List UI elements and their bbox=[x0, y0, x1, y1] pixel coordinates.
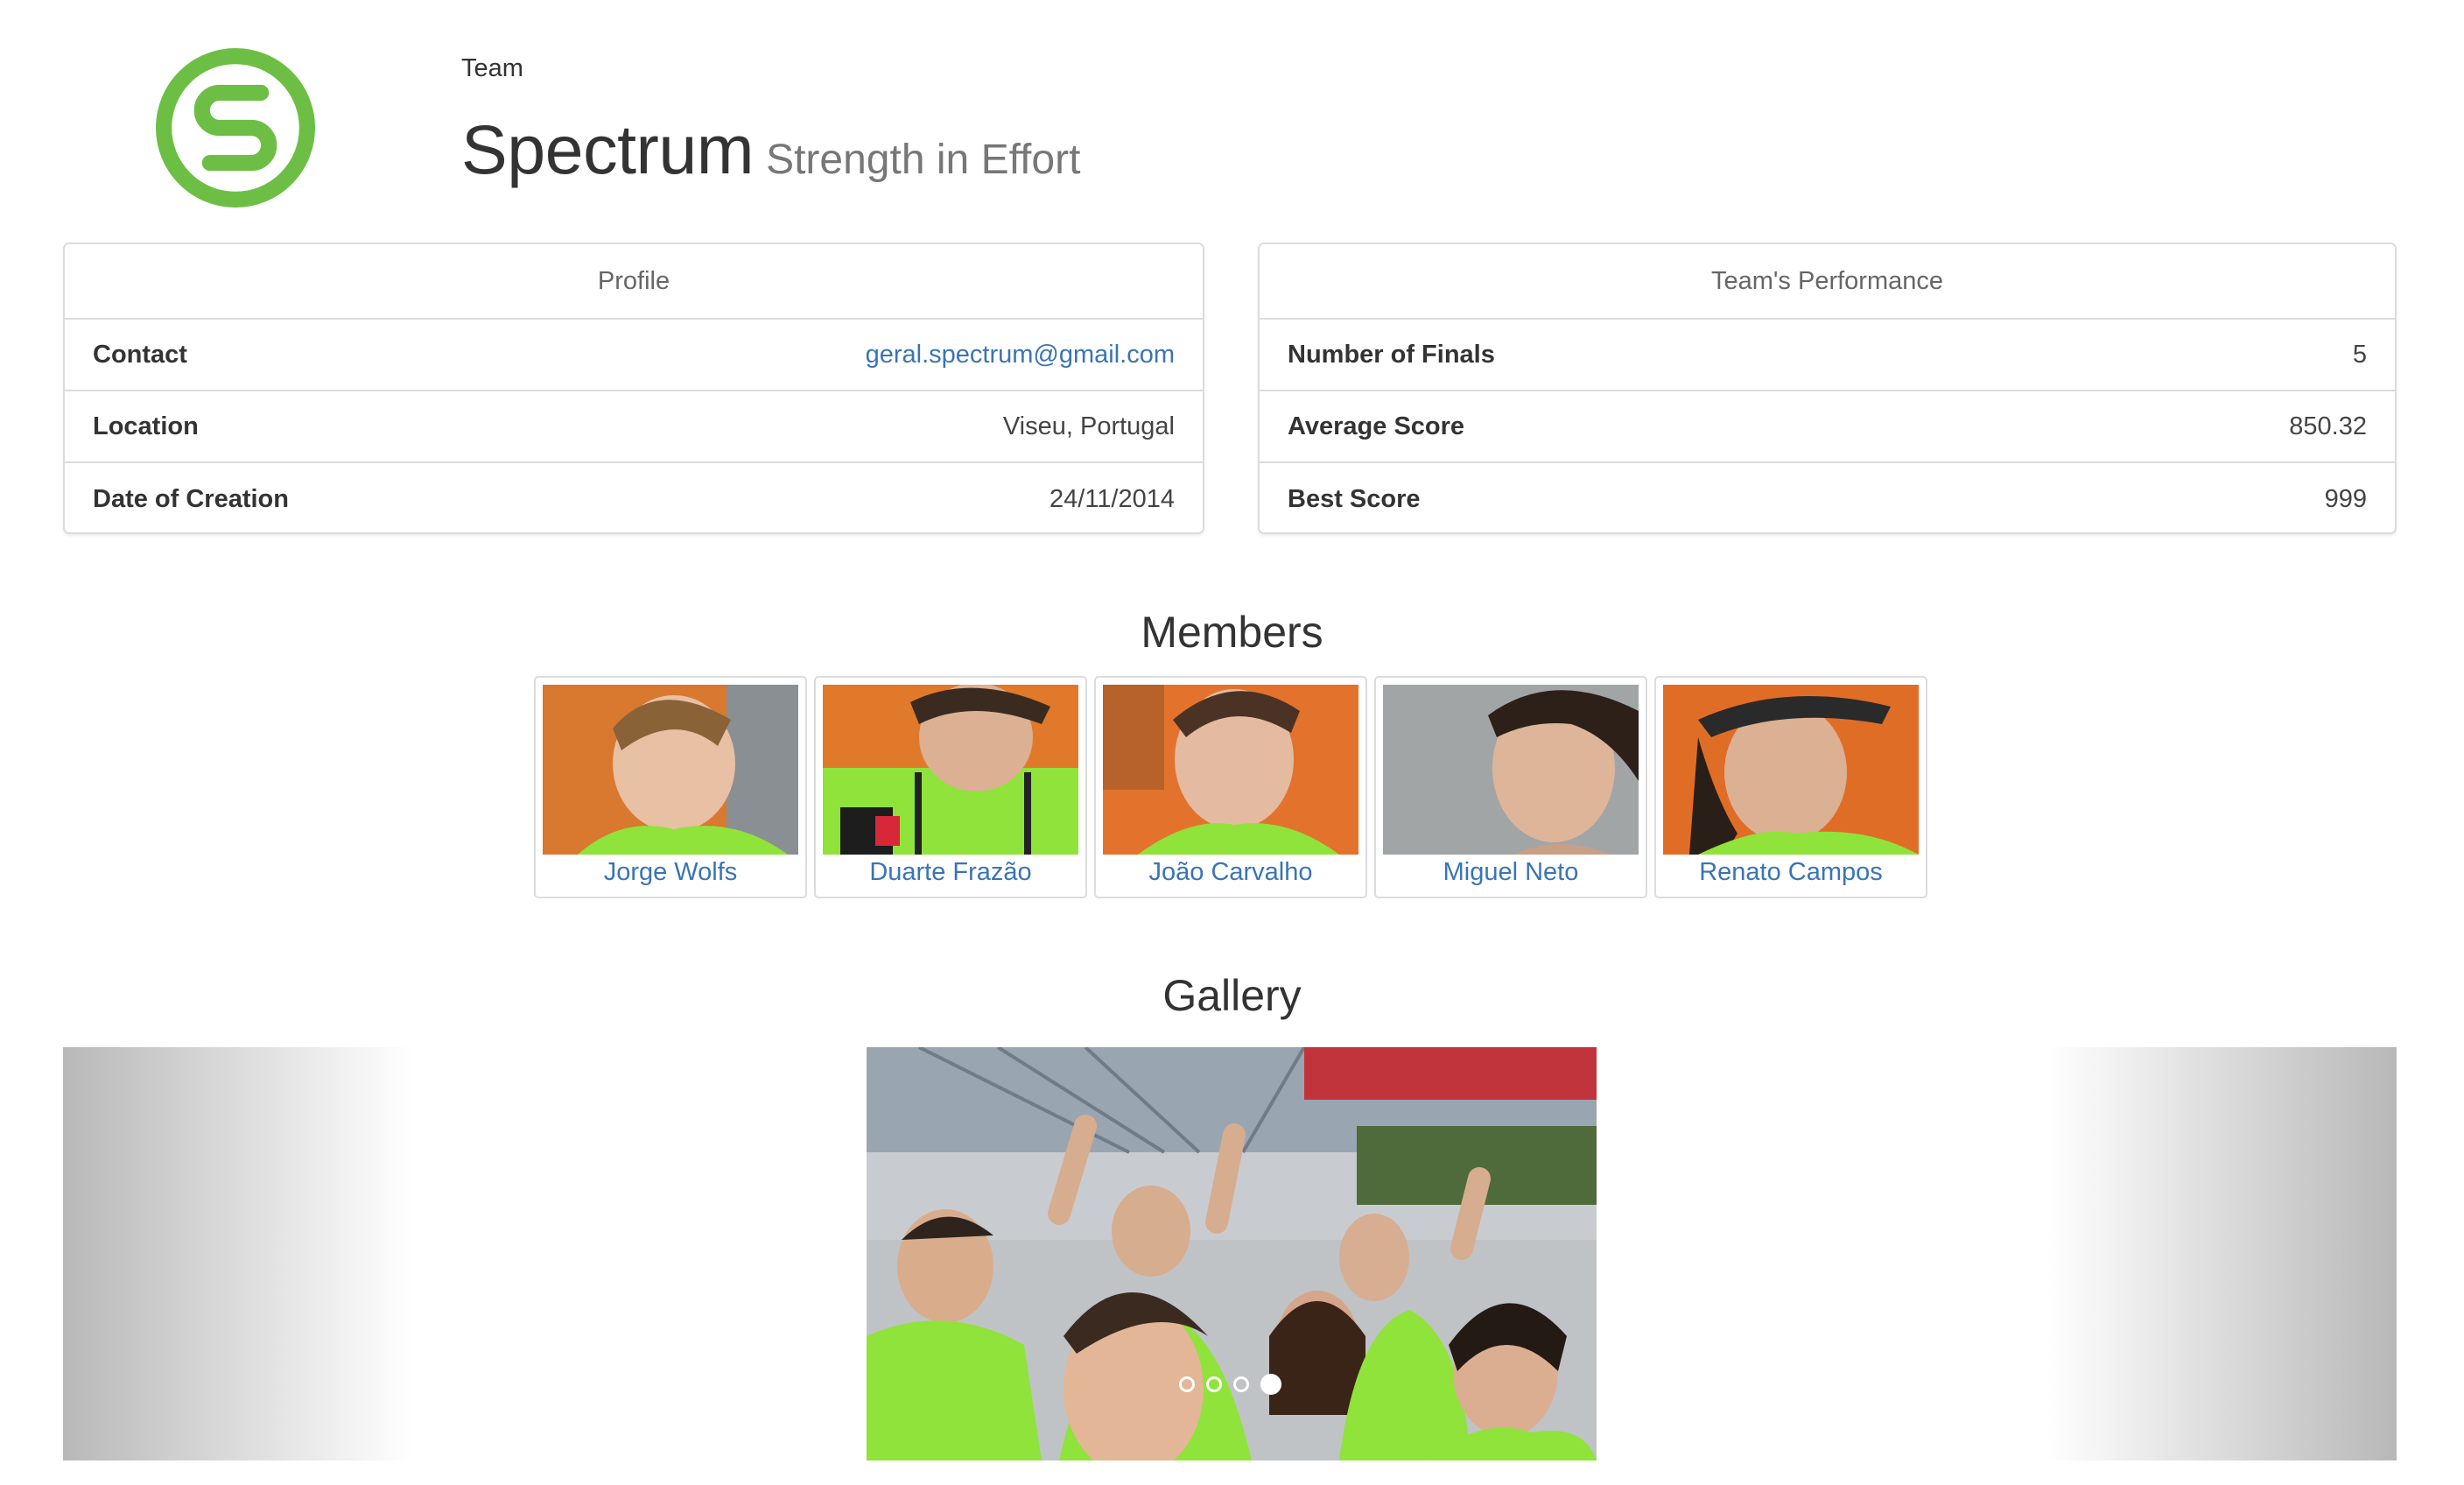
team-logo bbox=[156, 48, 315, 208]
member-card[interactable]: Duarte Frazão bbox=[814, 676, 1087, 898]
member-name-link[interactable]: Duarte Frazão bbox=[823, 858, 1078, 887]
performance-label: Average Score bbox=[1288, 412, 1465, 440]
profile-row-contact: Contact geral.spectrum@gmail.com bbox=[65, 320, 1203, 391]
gallery-slide-image bbox=[867, 1047, 1597, 1460]
members-heading: Members bbox=[1141, 608, 1323, 657]
member-name-link[interactable]: João Carvalho bbox=[1103, 858, 1358, 887]
member-card[interactable]: Renato Campos bbox=[1654, 676, 1927, 898]
profile-panel: Profile Contact geral.spectrum@gmail.com… bbox=[63, 243, 1204, 534]
member-card[interactable]: João Carvalho bbox=[1094, 676, 1367, 898]
carousel-indicators bbox=[1179, 1374, 1281, 1395]
member-name-link[interactable]: Renato Campos bbox=[1663, 858, 1919, 887]
carousel-next-control[interactable] bbox=[2046, 1047, 2397, 1460]
performance-row-best: Best Score 999 bbox=[1260, 463, 2395, 532]
member-card[interactable]: Jorge Wolfs bbox=[534, 676, 807, 898]
profile-value: 24/11/2014 bbox=[1049, 484, 1175, 513]
performance-value: 999 bbox=[2324, 484, 2367, 513]
member-photo bbox=[1663, 685, 1919, 855]
member-photo bbox=[823, 685, 1078, 855]
profile-label: Location bbox=[93, 412, 199, 440]
member-name-link[interactable]: Miguel Neto bbox=[1383, 858, 1639, 887]
members-list: Jorge Wolfs Duarte Frazão João Carvalho bbox=[534, 676, 1927, 898]
performance-label: Best Score bbox=[1288, 484, 1421, 513]
performance-panel: Team's Performance Number of Finals 5 Av… bbox=[1258, 243, 2397, 534]
carousel-indicator-dot-active[interactable] bbox=[1260, 1374, 1281, 1395]
gallery-carousel bbox=[63, 1047, 2397, 1460]
profile-value: Viseu, Portugal bbox=[1002, 412, 1175, 440]
contact-email-link[interactable]: geral.spectrum@gmail.com bbox=[866, 341, 1175, 369]
performance-value: 5 bbox=[2352, 340, 2367, 369]
member-name-link[interactable]: Jorge Wolfs bbox=[543, 858, 798, 887]
member-card[interactable]: Miguel Neto bbox=[1374, 676, 1647, 898]
performance-value: 850.32 bbox=[2289, 412, 2367, 440]
member-photo bbox=[1103, 685, 1358, 855]
carousel-indicator-dot[interactable] bbox=[1233, 1376, 1249, 1392]
carousel-prev-control[interactable] bbox=[63, 1047, 413, 1460]
team-motto: Strength in Effort bbox=[766, 137, 1081, 183]
performance-panel-title: Team's Performance bbox=[1260, 244, 2395, 320]
performance-row-finals: Number of Finals 5 bbox=[1260, 320, 2395, 391]
profile-row-date: Date of Creation 24/11/2014 bbox=[65, 463, 1203, 532]
member-photo bbox=[1383, 685, 1639, 855]
carousel-indicator-dot[interactable] bbox=[1206, 1376, 1222, 1392]
member-photo bbox=[543, 685, 798, 855]
team-name: Spectrum bbox=[461, 110, 755, 188]
performance-label: Number of Finals bbox=[1288, 340, 1495, 369]
gallery-heading: Gallery bbox=[1162, 971, 1302, 1020]
profile-label: Contact bbox=[93, 340, 187, 369]
carousel-indicator-dot[interactable] bbox=[1179, 1376, 1195, 1392]
performance-row-average: Average Score 850.32 bbox=[1260, 391, 2395, 463]
page-eyebrow: Team bbox=[461, 54, 523, 82]
profile-label: Date of Creation bbox=[93, 484, 289, 513]
profile-panel-title: Profile bbox=[65, 244, 1203, 320]
profile-row-location: Location Viseu, Portugal bbox=[65, 391, 1203, 463]
page-title: Spectrum Strength in Effort bbox=[461, 109, 1080, 190]
